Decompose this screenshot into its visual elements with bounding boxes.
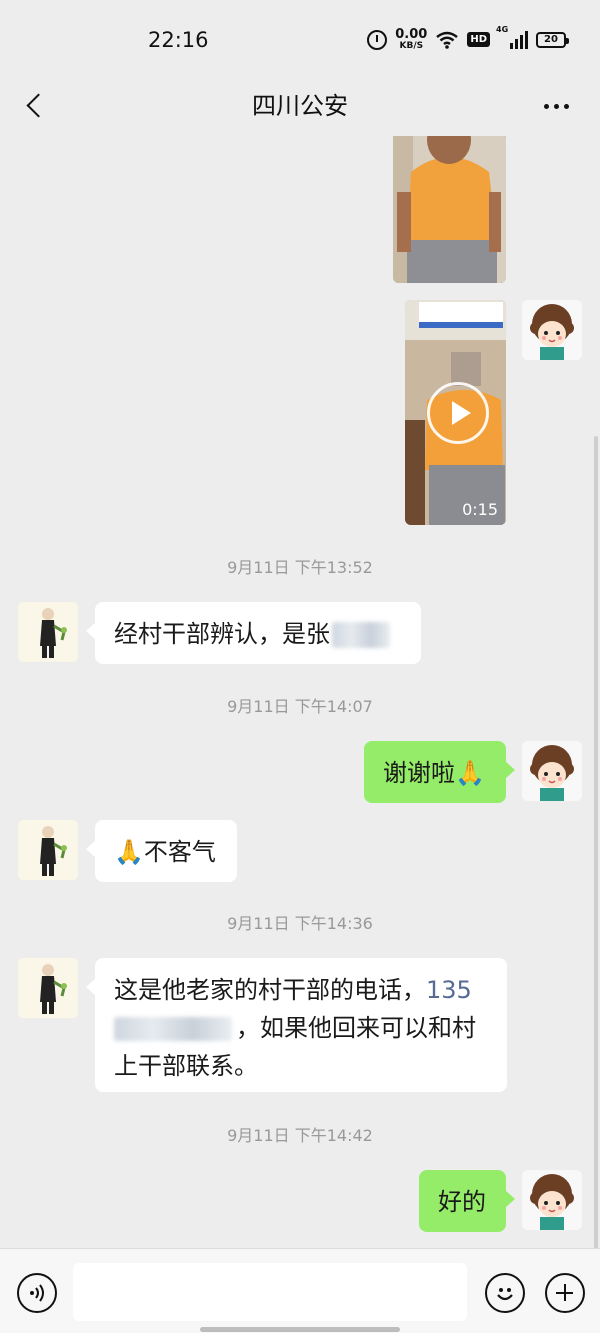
more-dots-icon[interactable] <box>536 88 576 124</box>
bowing-man-avatar-icon <box>18 602 78 662</box>
message-bubble-incoming[interactable]: 这是他老家的村干部的电话，135，如果他回来可以和村上干部联系。 <box>86 958 507 1092</box>
video-message[interactable]: 0:15 <box>405 300 506 525</box>
bowing-man-avatar-icon <box>18 820 78 880</box>
wifi-icon <box>435 31 459 49</box>
video-duration: 0:15 <box>462 500 498 519</box>
message-timestamp: 9月11日 下午14:07 <box>227 697 373 716</box>
message-text: 经村干部辨认，是张 <box>114 620 330 648</box>
avatar-police[interactable] <box>18 958 78 1018</box>
message-text: 🙏不客气 <box>114 838 216 866</box>
status-time: 22:16 <box>148 28 209 52</box>
voice-icon[interactable] <box>17 1273 57 1313</box>
avatar-police[interactable] <box>18 602 78 662</box>
avatar-me[interactable] <box>522 300 582 360</box>
signal-label: 4G <box>496 24 509 34</box>
plus-icon[interactable] <box>545 1273 585 1313</box>
avatar-me[interactable] <box>522 741 582 801</box>
message-timestamp: 9月11日 下午14:36 <box>227 914 373 933</box>
hd-badge: HD <box>467 32 490 47</box>
message-text: 这是他老家的村干部的电话， <box>114 976 426 1004</box>
image-message[interactable] <box>393 136 506 283</box>
message-bubble-outgoing[interactable]: 谢谢啦🙏 <box>364 741 515 803</box>
battery-level: 20 <box>544 33 558 45</box>
cartoon-avatar-icon <box>522 300 582 360</box>
message-bubble-incoming[interactable]: 🙏不客气 <box>86 820 237 882</box>
chat-title: 四川公安 <box>252 92 348 120</box>
play-icon[interactable] <box>427 382 489 444</box>
battery-icon: 20 <box>536 31 569 48</box>
message-list[interactable]: 0:15 9月11日 下午13:52 经村干部辨认，是张 9月11日 下午14:… <box>0 136 600 1248</box>
avatar-police[interactable] <box>18 820 78 880</box>
redacted-text <box>332 622 390 648</box>
message-text: 谢谢啦🙏 <box>383 759 485 787</box>
alarm-icon <box>367 29 388 50</box>
home-indicator[interactable] <box>200 1327 400 1332</box>
message-bubble-outgoing[interactable]: 好的 <box>419 1170 515 1232</box>
cartoon-avatar-icon <box>522 741 582 801</box>
bowing-man-avatar-icon <box>18 958 78 1018</box>
cartoon-avatar-icon <box>522 1170 582 1230</box>
message-timestamp: 9月11日 下午13:52 <box>227 558 373 577</box>
message-text: 好的 <box>438 1188 486 1216</box>
signal-icon: 4G <box>496 25 528 49</box>
chat-header: 四川公安 <box>0 78 600 136</box>
phone-number-link[interactable]: 135 <box>426 976 472 1004</box>
message-timestamp: 9月11日 下午14:42 <box>227 1126 373 1145</box>
network-speed-value: 0.00 <box>395 27 428 42</box>
redacted-phone <box>114 1017 232 1041</box>
message-input[interactable] <box>73 1263 467 1321</box>
message-bubble-incoming[interactable]: 经村干部辨认，是张 <box>86 602 421 664</box>
network-speed: 0.00 KB/S <box>395 28 427 51</box>
emoji-icon[interactable] <box>485 1273 525 1313</box>
input-bar <box>0 1248 600 1333</box>
status-icons: 0.00 KB/S HD 4G 20 <box>367 25 569 51</box>
network-speed-unit: KB/S <box>399 41 424 51</box>
avatar-me[interactable] <box>522 1170 582 1230</box>
status-bar: 22:16 0.00 KB/S HD 4G 20 <box>0 0 600 78</box>
photo-thumbnail <box>393 136 506 283</box>
